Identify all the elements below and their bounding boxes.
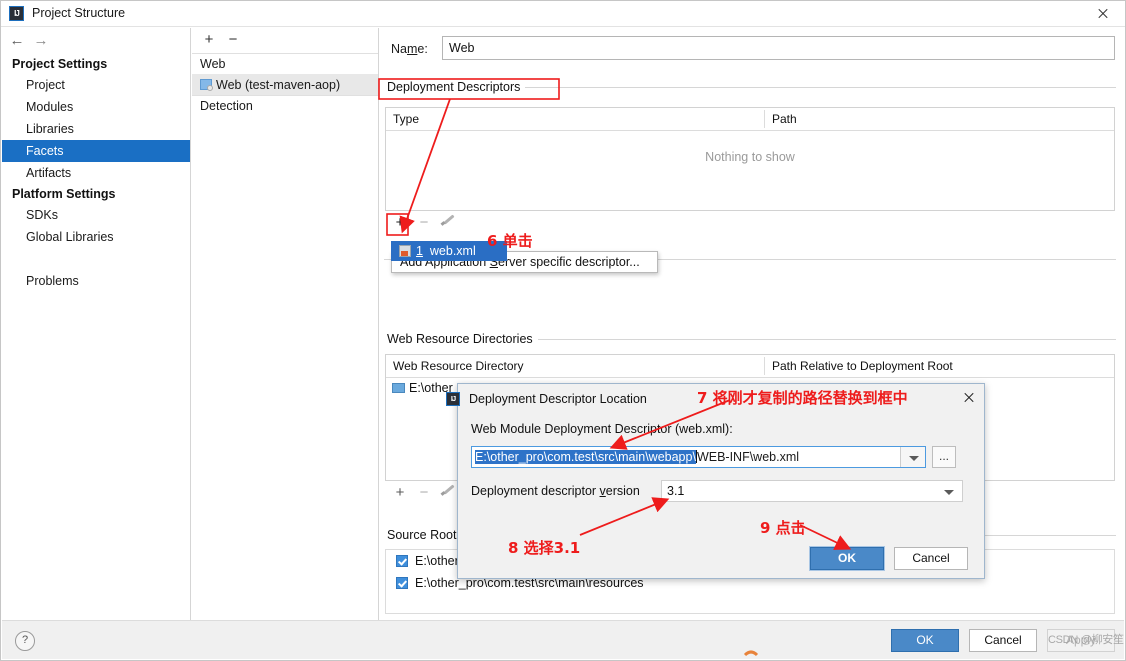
descriptor-path-rest: WEB-INF\web.xml bbox=[696, 450, 800, 464]
column-header-path-relative[interactable]: Path Relative to Deployment Root bbox=[772, 359, 953, 373]
deployment-descriptors-toolbar: + − bbox=[386, 213, 466, 235]
window-titlebar: Project Structure bbox=[1, 1, 1125, 27]
cancel-button[interactable]: Cancel bbox=[969, 629, 1037, 652]
intellij-idea-icon bbox=[9, 6, 24, 21]
facet-tree-item-label: Web (test-maven-aop) bbox=[216, 78, 341, 92]
folder-icon bbox=[392, 383, 405, 393]
watermark: CSDN @柳安笙 bbox=[1048, 634, 1124, 646]
arrow-left-icon[interactable]: ← bbox=[8, 32, 26, 50]
settings-sidebar: ← → Project Settings Project Modules Lib… bbox=[2, 28, 191, 620]
descriptor-version-select[interactable]: 3.1 bbox=[661, 480, 963, 502]
path-field-label: Web Module Deployment Descriptor (web.xm… bbox=[471, 422, 733, 436]
window-title: Project Structure bbox=[32, 6, 126, 20]
chevron-down-icon bbox=[944, 490, 954, 495]
source-roots-title: Source Roots bbox=[384, 528, 468, 542]
project-settings-header: Project Settings bbox=[12, 57, 108, 71]
plus-icon[interactable]: + bbox=[200, 31, 218, 49]
sidebar-item-artifacts[interactable]: Artifacts bbox=[2, 162, 190, 184]
web-resource-directories-toolbar: + − bbox=[386, 483, 466, 505]
pencil-icon[interactable] bbox=[438, 483, 458, 503]
sidebar-item-facets[interactable]: Facets bbox=[2, 140, 190, 162]
close-icon[interactable] bbox=[960, 388, 978, 406]
source-root-label: E:\other bbox=[415, 554, 459, 568]
name-row: Name: bbox=[380, 36, 1124, 62]
deployment-descriptor-location-dialog: Deployment Descriptor Location Web Modul… bbox=[446, 383, 985, 579]
dialog-title: Deployment Descriptor Location bbox=[469, 392, 647, 406]
plus-icon[interactable]: + bbox=[390, 213, 410, 233]
sidebar-item-sdks[interactable]: SDKs bbox=[2, 204, 190, 226]
menu-item-label: web.xml bbox=[429, 244, 476, 258]
facets-toolbar: + − bbox=[192, 28, 378, 53]
web-resource-directories-title: Web Resource Directories bbox=[384, 332, 538, 346]
dialog-title-wrap: Deployment Descriptor Location bbox=[446, 392, 647, 406]
sidebar-item-global-libraries[interactable]: Global Libraries bbox=[2, 226, 190, 248]
sidebar-nav-arrows: ← → bbox=[2, 28, 190, 54]
descriptor-version-value: 3.1 bbox=[667, 484, 685, 498]
help-button[interactable]: ? bbox=[15, 631, 35, 651]
facets-list-column: + − Web Web (test-maven-aop) Detection bbox=[192, 28, 379, 620]
checkbox-icon[interactable] bbox=[396, 555, 408, 567]
column-header-type[interactable]: Type bbox=[393, 112, 419, 126]
facets-group-detection[interactable]: Detection bbox=[192, 96, 378, 116]
web-facet-icon bbox=[200, 79, 213, 91]
version-label: Deployment descriptor version bbox=[471, 484, 640, 498]
dialog-cancel-button[interactable]: Cancel bbox=[894, 547, 968, 570]
name-input[interactable] bbox=[442, 36, 1115, 60]
descriptor-path-text: E:\other_pro\com.test\src\main\webapp\WE… bbox=[472, 447, 899, 467]
descriptor-path-selected: E:\other_pro\com.test\src\main\webapp\ bbox=[475, 450, 696, 464]
minus-icon[interactable]: − bbox=[414, 213, 434, 233]
arrow-right-icon[interactable]: → bbox=[32, 32, 50, 50]
menu-item-web-xml[interactable]: 1 web.xml bbox=[391, 241, 507, 261]
deployment-descriptors-table-header: Type Path bbox=[386, 108, 1114, 131]
platform-settings-header: Platform Settings bbox=[12, 187, 116, 201]
menu-item-index: 1 bbox=[416, 244, 423, 258]
column-header-path[interactable]: Path bbox=[772, 112, 797, 126]
facets-group-web: Web bbox=[192, 53, 378, 75]
browse-button[interactable]: ... bbox=[932, 446, 956, 468]
column-divider[interactable] bbox=[764, 357, 765, 375]
sidebar-divider bbox=[2, 248, 190, 270]
intellij-idea-icon bbox=[446, 392, 460, 406]
project-structure-window: Project Structure ← → Project Settings P… bbox=[0, 0, 1126, 661]
name-label: Name: bbox=[391, 42, 428, 56]
plus-icon[interactable]: + bbox=[390, 483, 410, 503]
xml-file-icon bbox=[399, 245, 411, 257]
close-icon[interactable] bbox=[1080, 1, 1125, 27]
dialog-ok-button[interactable]: OK bbox=[810, 547, 884, 570]
minus-icon[interactable]: − bbox=[414, 483, 434, 503]
chevron-down-icon[interactable] bbox=[900, 447, 925, 467]
ok-button[interactable]: OK bbox=[891, 629, 959, 652]
sidebar-item-problems[interactable]: Problems bbox=[2, 270, 190, 292]
descriptor-path-field[interactable]: E:\other_pro\com.test\src\main\webapp\WE… bbox=[471, 446, 926, 468]
pencil-icon[interactable] bbox=[438, 213, 458, 233]
web-resource-directories-table-header: Web Resource Directory Path Relative to … bbox=[386, 355, 1114, 378]
sidebar-item-modules[interactable]: Modules bbox=[2, 96, 190, 118]
facet-tree-item-web[interactable]: Web (test-maven-aop) bbox=[192, 75, 378, 96]
column-divider[interactable] bbox=[764, 110, 765, 128]
sidebar-item-libraries[interactable]: Libraries bbox=[2, 118, 190, 140]
minus-icon[interactable]: − bbox=[224, 31, 242, 49]
window-footer: ? OK Cancel Apply bbox=[2, 620, 1124, 659]
deployment-descriptors-title: Deployment Descriptors bbox=[384, 80, 526, 94]
deployment-descriptors-empty-message: Nothing to show bbox=[705, 150, 795, 164]
sidebar-item-project[interactable]: Project bbox=[2, 74, 190, 96]
column-header-web-resource-directory[interactable]: Web Resource Directory bbox=[393, 359, 524, 373]
deployment-descriptors-table: Type Path Nothing to show bbox=[385, 107, 1115, 211]
checkbox-icon[interactable] bbox=[396, 577, 408, 589]
